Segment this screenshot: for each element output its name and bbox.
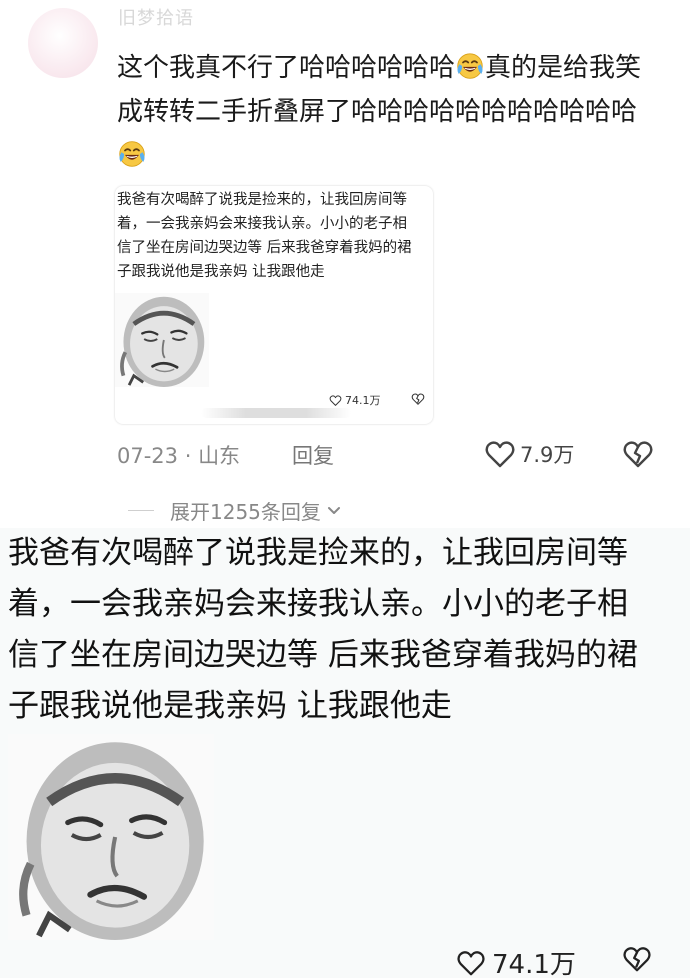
laugh-cry-icon (456, 52, 484, 80)
avatar[interactable] (28, 8, 98, 78)
like-button[interactable]: 7.9万 (484, 438, 574, 470)
expand-label: 展开1255条回复 (170, 500, 321, 524)
expand-divider (128, 510, 154, 511)
like-count: 7.9万 (520, 443, 575, 467)
card-text: 我爸有次喝醉了说我是捡来的，让我回房间等 着，一会我亲妈会来接我认亲。小小的老子… (117, 192, 412, 280)
meme-face-image (115, 290, 209, 390)
card-like-count: 74.1万 (345, 394, 381, 407)
laugh-cry-icon (118, 140, 146, 168)
expand-replies[interactable]: 展开1255条回复 (128, 496, 343, 525)
comment-date: 07-23 (117, 444, 179, 468)
heart-icon (329, 394, 342, 407)
zoomed-image: 我爸有次喝醉了说我是捡来的，让我回房间等 着，一会我亲妈会来接我认亲。小小的老子… (0, 528, 690, 978)
comment-location: 山东 (198, 444, 241, 468)
dislike-icon (622, 944, 652, 974)
dislike-icon (411, 392, 425, 406)
zoomed-like-count: 74.1万 (492, 950, 576, 978)
heart-icon (484, 438, 516, 470)
screenshot-root: 旧梦拾语 这个我真不行了哈哈哈哈哈哈 真的是给我笑成转转二手折叠屏了哈哈哈哈哈哈哈… (0, 0, 690, 978)
comment-text-part1: 这个我真不行了哈哈哈哈哈哈 (117, 53, 456, 83)
zoomed-like: 74.1万 (456, 944, 576, 978)
watermark (201, 408, 351, 418)
reply-button[interactable]: 回复 (292, 440, 334, 470)
heart-icon (456, 948, 486, 978)
username[interactable]: 旧梦拾语 (118, 4, 194, 30)
attached-image-card[interactable]: 我爸有次喝醉了说我是捡来的，让我回房间等 着，一会我亲妈会来接我认亲。小小的老子… (115, 186, 433, 424)
comment-text: 这个我真不行了哈哈哈哈哈哈 真的是给我笑成转转二手折叠屏了哈哈哈哈哈哈哈哈哈哈哈 (117, 46, 657, 178)
card-like: 74.1万 (329, 392, 381, 408)
zoomed-text: 我爸有次喝醉了说我是捡来的，让我回房间等 着，一会我亲妈会来接我认亲。小小的老子… (8, 535, 638, 724)
meme-face-image (8, 732, 214, 942)
chevron-down-icon (327, 506, 340, 514)
comment-meta: 07-23 · 山东 (117, 444, 241, 468)
dislike-button[interactable] (622, 438, 654, 470)
